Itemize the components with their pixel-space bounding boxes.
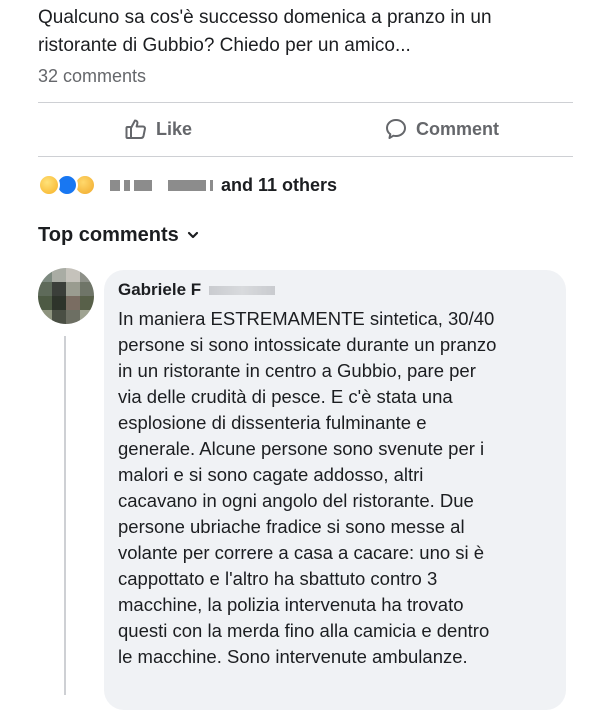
comment-line: cappottato e l'altro ha sbattuto contro … <box>118 568 438 589</box>
like-button[interactable]: Like <box>124 117 192 141</box>
top-comments-label: Top comments <box>38 224 179 246</box>
comment-line: macchine, la polizia intervenuta ha trov… <box>118 594 464 615</box>
thumbs-up-icon <box>124 117 148 141</box>
reactions-summary[interactable]: and 11 others <box>38 170 337 200</box>
comment-line: persone si sono intossicate durante un p… <box>118 334 497 355</box>
divider <box>38 156 573 157</box>
comment-line: generale. Alcune persone sono svenute pe… <box>118 438 485 459</box>
comment-line: in un ristorante in centro a Gubbio, par… <box>118 360 476 381</box>
avatar[interactable] <box>38 268 94 324</box>
thread-line <box>64 336 66 695</box>
comment-text: In maniera ESTREMAMENTE sintetica, 30/40… <box>118 306 558 670</box>
top-comments-filter[interactable]: Top comments <box>38 224 199 247</box>
haha-emoji-icon <box>38 174 60 196</box>
comment-label: Comment <box>416 118 500 139</box>
comment-line: volante per correre a casa a cacare: uno… <box>118 542 485 563</box>
comment-line: questi con la merda fino alla camicia e … <box>118 620 490 641</box>
comment-line: cacavano in ogni angolo del ristorante. … <box>118 490 474 511</box>
like-label: Like <box>156 118 193 139</box>
comment-line: esplosione di dissenteria fulminante e <box>118 412 427 433</box>
comment-author-name: Gabriele F <box>118 280 202 299</box>
comment-author[interactable]: Gabriele F <box>118 280 276 300</box>
comment-line: via delle crudità di pesce. E c'è stata … <box>118 386 453 407</box>
comment-line: In maniera ESTREMAMENTE sintetica, 30/40 <box>118 308 495 329</box>
comment-line: persone ubriache fradice si sono messe a… <box>118 516 465 537</box>
comment-button[interactable]: Comment <box>384 117 499 141</box>
post-text: Qualcuno sa cos'è successo domenica a pr… <box>38 4 578 60</box>
reaction-icons <box>38 172 108 198</box>
comment-line: le macchine. Sono intervenute ambulanze. <box>118 646 468 667</box>
chevron-down-icon <box>187 224 199 247</box>
post-text-line: Qualcuno sa cos'è successo domenica a pr… <box>38 7 492 28</box>
comment-line: malori e si sono cagate addosso, altri <box>118 464 424 485</box>
blurred-surname <box>209 285 276 295</box>
reactions-others-text: and 11 others <box>221 174 338 195</box>
speech-bubble-icon <box>384 117 408 141</box>
blurred-names <box>110 179 213 191</box>
comment-count-link[interactable]: 32 comments <box>38 66 146 87</box>
post-text-line: ristorante di Gubbio? Chiedo per un amic… <box>38 35 411 56</box>
action-bar: Like Comment <box>38 103 573 155</box>
